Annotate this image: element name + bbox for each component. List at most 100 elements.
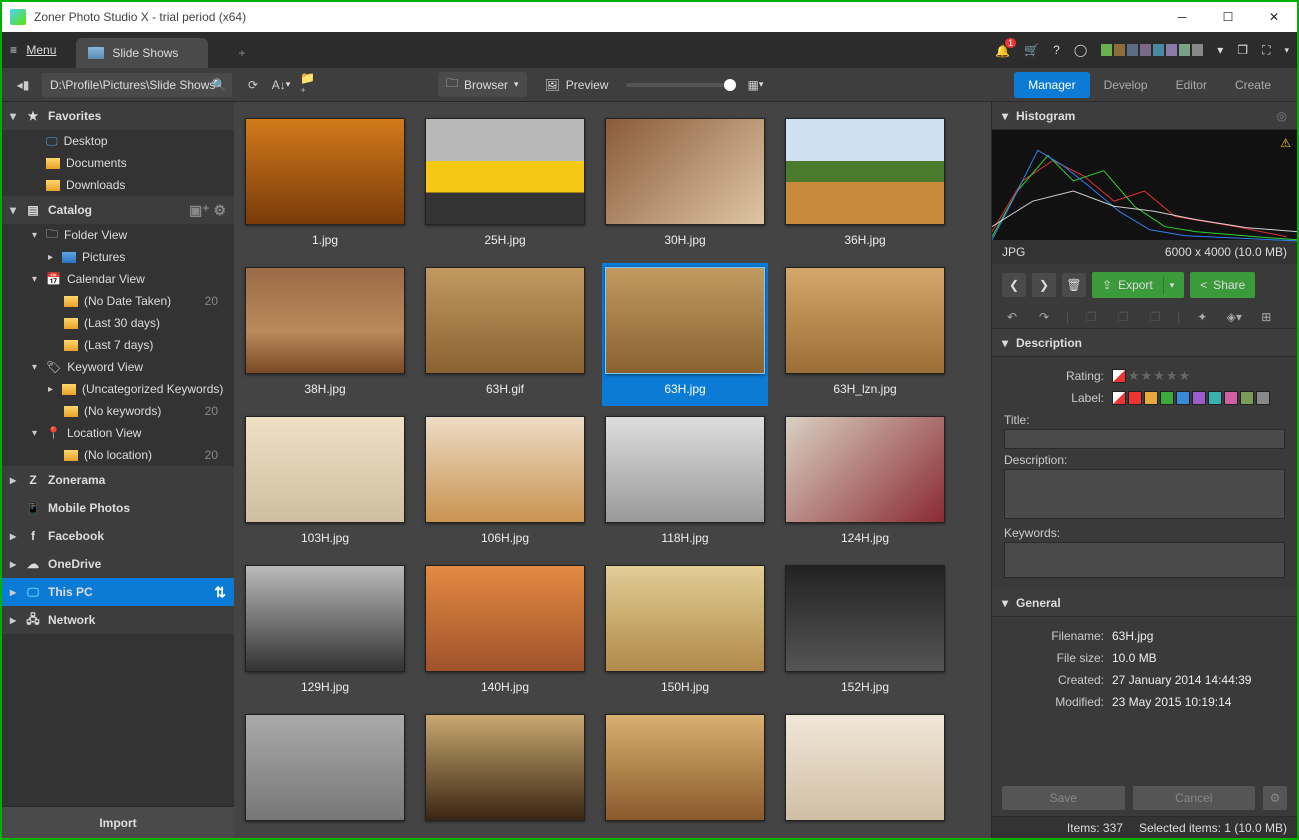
thumbnail-item[interactable]: 38H.jpg (242, 263, 408, 406)
keyword-uncategorized[interactable]: ▸(Uncategorized Keywords) (2, 378, 234, 400)
rating-stars[interactable]: ★★★★★ (1128, 368, 1191, 384)
quick-fix-icon[interactable]: ✦ (1192, 310, 1212, 324)
next-image-button[interactable]: ❯ (1032, 273, 1056, 297)
catalog-keyword-view[interactable]: ▾🏷Keyword View (2, 356, 234, 378)
onedrive-header[interactable]: ▸☁OneDrive (2, 550, 234, 578)
add-to-catalog-icon[interactable]: ▣⁺ ⚙ (189, 202, 226, 219)
account-icon[interactable]: ◯ (1074, 43, 1087, 57)
thispc-header[interactable]: ▸🖵This PC⇅ (2, 578, 234, 606)
settings-button[interactable]: ⚙ (1263, 786, 1287, 810)
thumbnail-grid[interactable]: 1.jpg 25H.jpg30H.jpg36H.jpg 38H.jpg63H.gif… (234, 102, 991, 838)
thumbnail-item[interactable] (242, 710, 408, 838)
thumbnail-item[interactable]: 25H.jpg (422, 114, 588, 257)
back-arrow-icon[interactable]: ◂▮ (14, 76, 32, 94)
network-header[interactable]: ▸🖧Network (2, 606, 234, 634)
rotate-right-icon[interactable]: ↷ (1034, 310, 1054, 324)
preview-button[interactable]: 🖼 Preview (537, 76, 617, 94)
thumbnail-item[interactable]: 63H.jpg (602, 263, 768, 406)
rating-swatch[interactable] (1112, 369, 1126, 383)
thumbnail-item[interactable]: 152H.jpg (782, 561, 948, 704)
favorites-documents[interactable]: Documents (2, 152, 234, 174)
catalog-folder-view[interactable]: ▾🗀Folder View (2, 224, 234, 246)
cancel-button[interactable]: Cancel (1133, 786, 1256, 810)
color-themes[interactable] (1101, 44, 1203, 56)
thumbnail-item[interactable]: 150H.jpg (602, 561, 768, 704)
thumbnail-item[interactable]: 129H.jpg (242, 561, 408, 704)
grid-view-icon[interactable]: ▦▾ (746, 76, 764, 94)
location-none[interactable]: (No location)20 (2, 444, 234, 466)
thumbnail-item[interactable]: 30H.jpg (602, 114, 768, 257)
thumbnail-item[interactable] (422, 710, 588, 838)
tab-add[interactable]: + (228, 38, 255, 68)
mode-tabs: Manager Develop Editor Create (1014, 72, 1285, 98)
menu-button[interactable]: ≡ Menu (10, 43, 56, 57)
calendar-last30[interactable]: (Last 30 days) (2, 312, 234, 334)
keywords-input[interactable] (1004, 542, 1285, 578)
thumbnail-item[interactable]: 124H.jpg (782, 412, 948, 555)
chevron-down-icon[interactable]: ▾ (1217, 43, 1223, 57)
save-button[interactable]: Save (1002, 786, 1125, 810)
fullscreen-icon[interactable]: ⛶ (1262, 43, 1270, 58)
export-button[interactable]: ⇪Export▾ (1092, 272, 1184, 298)
browser-button[interactable]: 🗀 Browser ▾ (438, 72, 527, 97)
keyword-none[interactable]: (No keywords)20 (2, 400, 234, 422)
description-header[interactable]: ▾Description (992, 329, 1297, 357)
histogram-header[interactable]: ▾Histogram◎ (992, 102, 1297, 130)
catalog-pictures[interactable]: ▸Pictures (2, 246, 234, 268)
prev-image-button[interactable]: ❮ (1002, 273, 1026, 297)
thumbnail-item[interactable]: 1.jpg (242, 114, 408, 257)
mode-create[interactable]: Create (1221, 72, 1285, 98)
maximize-button[interactable]: ☐ (1205, 2, 1251, 32)
thumbnail-item[interactable] (782, 710, 948, 838)
favorites-header[interactable]: ▾★ Favorites (2, 102, 234, 130)
help-icon[interactable]: ? (1053, 43, 1060, 57)
new-folder-icon[interactable]: 📁⁺ (300, 76, 318, 94)
mode-develop[interactable]: Develop (1090, 72, 1162, 98)
add-to-icon[interactable]: ⊞ (1256, 310, 1276, 324)
zonerama-header[interactable]: ▸ZZonerama (2, 466, 234, 494)
delete-button[interactable]: 🗑 (1062, 273, 1086, 297)
path-input[interactable] (42, 73, 232, 97)
favorites-desktop[interactable]: 🖵Desktop (2, 130, 234, 152)
window-layout-icon[interactable]: ❐ (1237, 43, 1248, 57)
favorites-downloads[interactable]: Downloads (2, 174, 234, 196)
app-logo-icon (10, 9, 26, 25)
thumbnail-item[interactable] (602, 710, 768, 838)
search-icon[interactable]: 🔍 (210, 76, 228, 94)
mode-editor[interactable]: Editor (1162, 72, 1221, 98)
share-button[interactable]: <Share (1190, 272, 1255, 298)
thumbnail-caption: 1.jpg (246, 233, 404, 253)
description-input[interactable] (1004, 469, 1285, 519)
thumbnail-item[interactable]: 140H.jpg (422, 561, 588, 704)
calendar-last7[interactable]: (Last 7 days) (2, 334, 234, 356)
sort-icon[interactable]: A↓▾ (272, 76, 290, 94)
thumbnail-size-slider[interactable] (626, 83, 736, 87)
thumbnail-item[interactable]: 63H.gif (422, 263, 588, 406)
title-input[interactable] (1004, 429, 1285, 449)
label-none[interactable] (1112, 391, 1126, 405)
thumbnail-item[interactable]: 103H.jpg (242, 412, 408, 555)
batch-icon[interactable]: ◈▾ (1224, 310, 1244, 324)
thumbnail-item[interactable]: 106H.jpg (422, 412, 588, 555)
mode-manager[interactable]: Manager (1014, 72, 1089, 98)
thumbnail-item[interactable]: 118H.jpg (602, 412, 768, 555)
rotate-left-icon[interactable]: ↶ (1002, 310, 1022, 324)
calendar-no-date[interactable]: (No Date Taken)20 (2, 290, 234, 312)
thumbnail-item[interactable]: 36H.jpg (782, 114, 948, 257)
mobile-header[interactable]: 📱Mobile Photos (2, 494, 234, 522)
facebook-header[interactable]: ▸fFacebook (2, 522, 234, 550)
thumbnail-item[interactable]: 63H_lzn.jpg (782, 263, 948, 406)
catalog-calendar-view[interactable]: ▾📅Calendar View (2, 268, 234, 290)
catalog-location-view[interactable]: ▾📍Location View (2, 422, 234, 444)
notifications-button[interactable]: 🔔 1 (995, 42, 1010, 58)
catalog-header[interactable]: ▾▤ Catalog ▣⁺ ⚙ (2, 196, 234, 224)
close-button[interactable]: ✕ (1251, 2, 1297, 32)
import-button[interactable]: Import (2, 806, 234, 838)
tab-slideshows[interactable]: Slide Shows (76, 38, 208, 68)
refresh-icon[interactable]: ⟳ (244, 76, 262, 94)
minimize-button[interactable]: ─ (1159, 2, 1205, 32)
cart-icon[interactable]: 🛒 (1024, 43, 1039, 57)
chevron-down-icon[interactable]: ▾ (1284, 45, 1289, 56)
thumbnail-image (785, 565, 945, 672)
general-header[interactable]: ▾General (992, 589, 1297, 617)
